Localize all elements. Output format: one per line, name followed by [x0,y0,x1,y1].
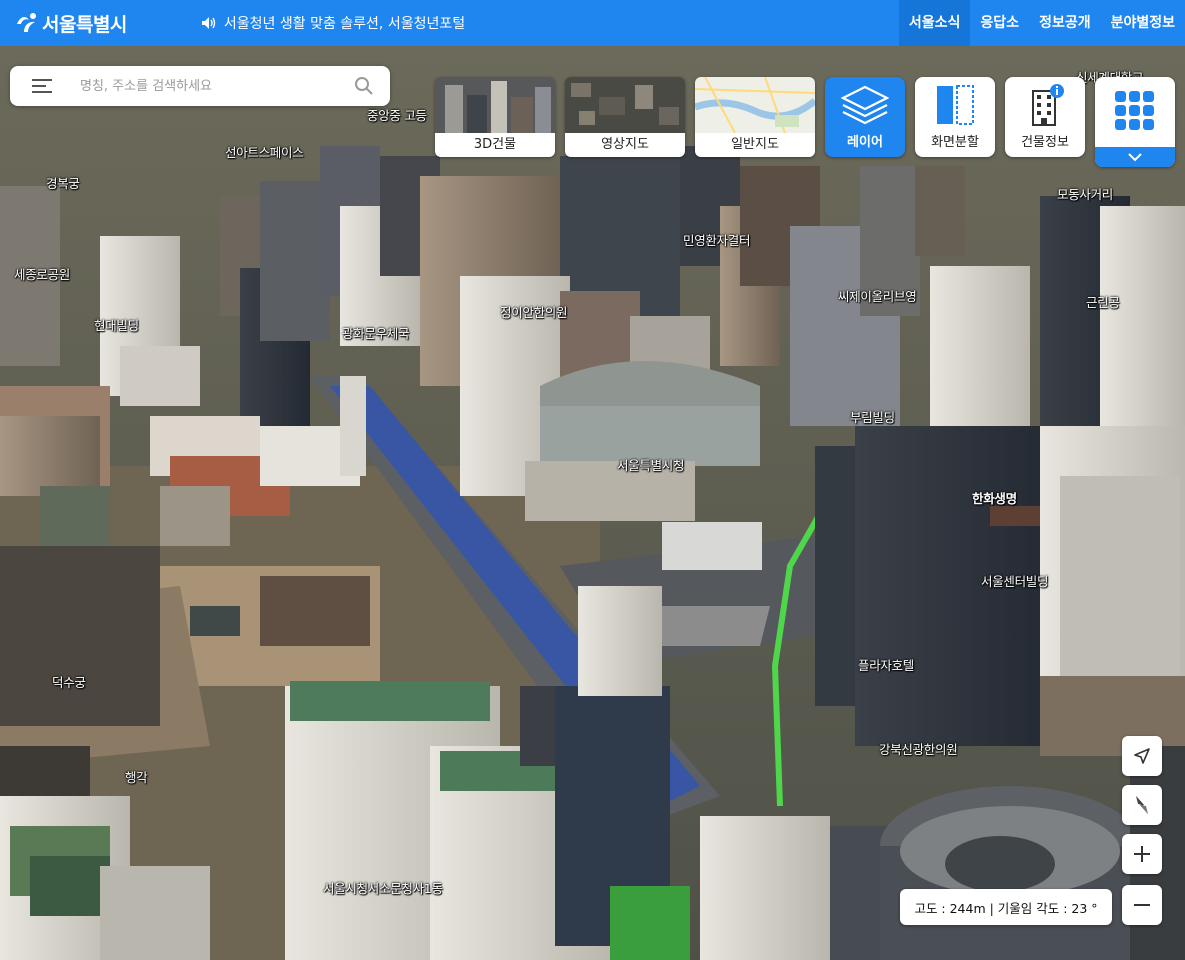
building-info-label: 건물정보 [1021,135,1069,150]
apps-grid-icon [1115,91,1154,130]
map-label: 민영환자결터 [683,233,751,248]
split-screen-button[interactable]: 화면분할 [915,77,995,157]
speaker-icon [201,17,216,29]
current-location-button[interactable] [1122,736,1162,776]
map-label: 근린공 [1086,295,1120,310]
map-label: 행각 [125,770,148,785]
thumb-satellite [565,77,685,133]
maptype-label: 3D건물 [435,133,555,157]
maptype-general[interactable]: 일반지도 [695,77,815,157]
layer-label: 레이어 [847,135,883,150]
zoom-in-button[interactable] [1122,834,1162,874]
minus-icon [1134,904,1150,906]
map-label: 정이안한의원 [500,305,568,320]
notice-text: 서울청년 생활 맞춤 솔루션, 서울청년포털 [223,16,466,32]
zoom-out-button[interactable] [1122,885,1162,925]
split-label: 화면분할 [931,135,979,150]
map-label: 플라자호텔 [858,658,915,673]
compass-icon [1136,796,1148,814]
nav-seoul-news[interactable]: 서울소식 [898,0,971,46]
apps-menu-button[interactable] [1095,77,1175,167]
map-label: 한화생명 [972,491,1017,506]
map-label: 서울센터빌딩 [981,574,1049,589]
search-input[interactable] [80,78,330,94]
maptype-3d-building[interactable]: 3D건물 [435,77,555,157]
apps-expand-bar[interactable] [1095,147,1175,167]
logo-text: 서울특별시 [42,13,127,36]
map-label: 현대빌딩 [94,318,139,333]
maptype-label: 영상지도 [565,133,685,157]
nav-info-disclosure[interactable]: 정보공개 [1029,0,1101,46]
hamburger-icon[interactable] [32,78,52,94]
nav-eungdapso[interactable]: 응답소 [970,0,1029,46]
seoul-logo-icon [17,13,36,32]
map-label: 모동사거리 [1057,187,1114,202]
camera-status: 고도 : 244m | 기울임 각도 : 23 ° [900,889,1112,925]
navigation-arrow-icon [1134,748,1150,764]
map-label: 선아트스페이스 [225,145,304,160]
map-label: 서울특별시청 [617,458,685,473]
map-label: 씨제이올리브영 [838,289,917,304]
building-info-icon [1032,84,1064,126]
notice[interactable]: 서울청년 생활 맞춤 솔루션, 서울청년포털 [201,13,465,33]
map-label: 세종로공원 [14,267,71,282]
map-view[interactable]: 중앙중 고등 선아트스페이스 경복궁 세종로공원 현대빌딩 광화문우체국 정이안… [0,46,1185,960]
split-screen-icon [937,85,974,125]
nav-field-info[interactable]: 분야별정보 [1101,0,1185,46]
top-bar: 서울특별시 서울청년 생활 맞춤 솔루션, 서울청년포털 서울소식 응답소 정보… [0,0,1185,46]
top-nav: 서울소식 응답소 정보공개 분야별정보 [898,0,1185,46]
layer-button[interactable]: 레이어 [825,77,905,157]
chevron-down-icon [1128,152,1142,161]
compass-button[interactable] [1122,785,1162,825]
search-icon[interactable] [354,76,374,96]
map-label: 강북신광한의원 [879,742,958,757]
map-label: 덕수궁 [52,675,86,690]
maptype-satellite[interactable]: 영상지도 [565,77,685,157]
maptype-label: 일반지도 [695,133,815,157]
thumb-general-map [695,77,815,133]
thumb-3d-building [435,77,555,133]
map-label: 경복궁 [46,176,80,191]
seoul-logo[interactable]: 서울특별시 [14,10,127,37]
map-label: 중앙중 고등 [367,108,427,123]
layers-icon [841,85,889,125]
search-bar [10,66,390,106]
map-label: 서울시청서소문청사1동 [323,881,443,896]
map-label: 부림빌딩 [850,410,895,425]
map-label: 광화문우체국 [342,326,410,341]
plus-icon [1134,846,1150,862]
building-info-button[interactable]: 건물정보 [1005,77,1085,157]
